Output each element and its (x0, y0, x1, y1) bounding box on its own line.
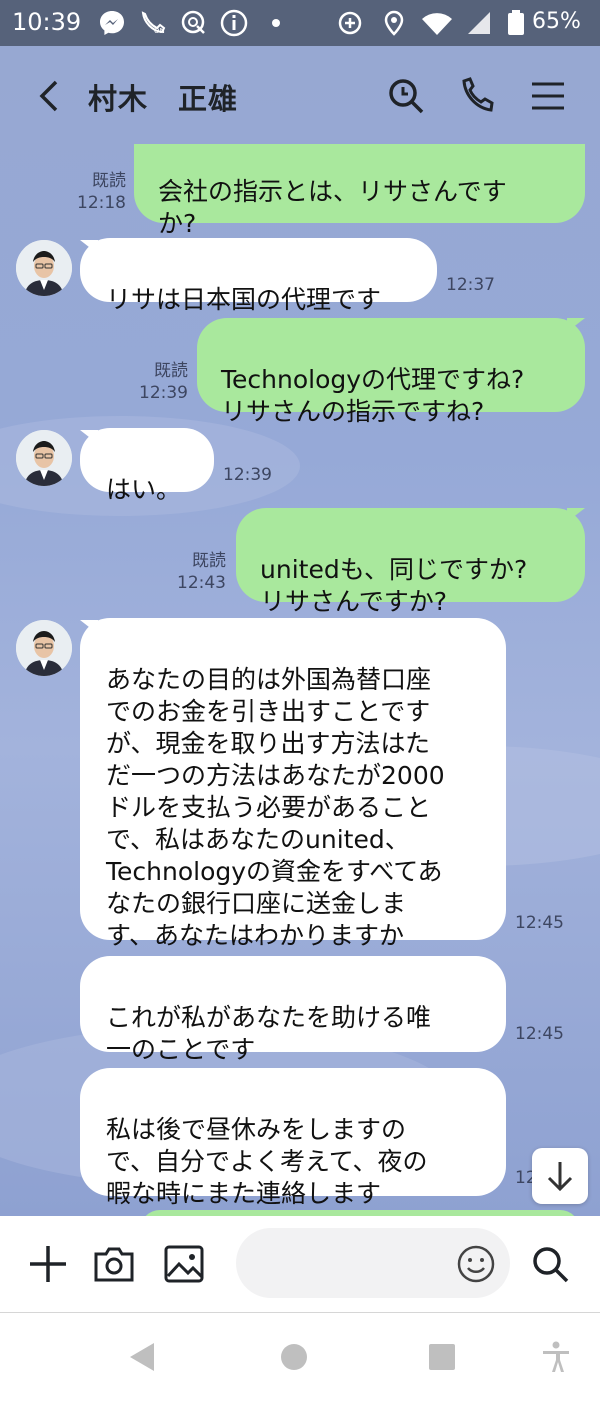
svg-text:ON: ON (154, 27, 165, 35)
read-receipt: 既読 (192, 551, 226, 571)
message-text: あなたの目的は外国為替口座 でのお金を引き出すことです が、現金を取り出す方法は… (106, 665, 445, 950)
message-text: リサは日本国の代理です (106, 285, 382, 314)
message-meta: 既読 12:18 (70, 170, 126, 214)
image-icon[interactable] (162, 1242, 206, 1286)
back-icon[interactable] (34, 76, 64, 116)
battery-icon (508, 10, 524, 35)
scroll-to-bottom-button[interactable] (532, 1148, 588, 1204)
message-text: はい。 (106, 475, 182, 504)
accessibility-icon[interactable] (538, 1339, 574, 1375)
search-icon[interactable] (528, 1242, 572, 1286)
plus-icon[interactable] (26, 1242, 70, 1286)
dot-icon (272, 19, 280, 27)
status-time: 10:39 (12, 8, 82, 36)
sync-icon (338, 11, 362, 35)
message-time: 12:39 (223, 465, 272, 485)
message-meta: 既読 12:39 (130, 360, 188, 404)
menu-icon[interactable] (528, 76, 568, 116)
message-text: unitedも、同じですか? リサさんですか? (260, 555, 528, 616)
chat-area[interactable]: 会社の指示とは、リサさんです か? 既読 12:18 リサは日本国の代理です 1… (0, 46, 600, 1216)
status-bar: 10:39 ON 65% (0, 0, 600, 46)
camera-icon[interactable] (92, 1242, 136, 1286)
message-text: 私は後で昼休みをしますの で、自分でよく考えて、夜の 暇な時にまた連絡します (106, 1115, 428, 1208)
chat-header: 村木 正雄 (0, 46, 600, 146)
message-bubble-outgoing[interactable]: 会社の指示とは、リサさんです か? (134, 144, 585, 238)
message-bubble-incoming[interactable]: 私は後で昼休みをしますの で、自分でよく考えて、夜の 暇な時にまた連絡します (80, 1068, 506, 1208)
nav-recents-icon[interactable] (424, 1339, 460, 1375)
message-time: 12:18 (77, 193, 126, 213)
message-time: 12:37 (446, 275, 495, 295)
location-icon (384, 10, 404, 36)
system-navigation-bar (0, 1313, 600, 1401)
nav-back-icon[interactable] (124, 1339, 160, 1375)
message-time: 12:43 (177, 573, 226, 593)
message-bubble-outgoing[interactable]: Technologyの代理ですね? リサさんの指示ですね? (197, 318, 585, 426)
info-icon (220, 9, 248, 37)
message-bubble-incoming[interactable]: リサは日本国の代理です (80, 238, 437, 314)
battery-percent: 65% (532, 9, 581, 34)
vpn-shield-icon (181, 10, 205, 34)
message-text: 会社の指示とは、リサさんです か? (158, 177, 507, 238)
wifi-calling-icon: ON (141, 11, 166, 35)
message-time: 12:45 (515, 913, 564, 933)
avatar[interactable] (16, 240, 72, 296)
nav-home-icon[interactable] (276, 1339, 312, 1375)
message-text: Technologyの代理ですね? リサさんの指示ですね? (221, 365, 525, 426)
avatar[interactable] (16, 430, 72, 486)
message-input-bar (0, 1216, 600, 1313)
avatar[interactable] (16, 620, 72, 676)
message-list[interactable]: 会社の指示とは、リサさんです か? 既読 12:18 リサは日本国の代理です 1… (0, 46, 600, 1216)
wifi-icon (422, 13, 452, 35)
emoji-icon[interactable] (454, 1242, 498, 1286)
arrow-down-icon (547, 1162, 573, 1192)
phone-icon[interactable] (456, 76, 496, 116)
message-bubble-incoming[interactable]: はい。 (80, 428, 214, 504)
message-bubble-incoming[interactable]: これが私があなたを助ける唯 一のことです (80, 956, 506, 1064)
chat-title: 村木 正雄 (88, 82, 239, 116)
message-time: 12:45 (515, 1024, 564, 1044)
message-bubble-incoming[interactable]: あなたの目的は外国為替口座 でのお金を引き出すことです が、現金を取り出す方法は… (80, 618, 506, 950)
search-icon[interactable] (386, 76, 426, 116)
message-meta: 既読 12:43 (168, 550, 226, 594)
messenger-icon (100, 11, 124, 35)
read-receipt: 既読 (92, 171, 126, 191)
message-time: 12:39 (139, 383, 188, 403)
message-text: これが私があなたを助ける唯 一のことです (106, 1003, 432, 1064)
message-bubble-outgoing[interactable]: unitedも、同じですか? リサさんですか? (236, 508, 585, 616)
signal-icon (468, 12, 490, 34)
read-receipt: 既読 (154, 361, 188, 381)
